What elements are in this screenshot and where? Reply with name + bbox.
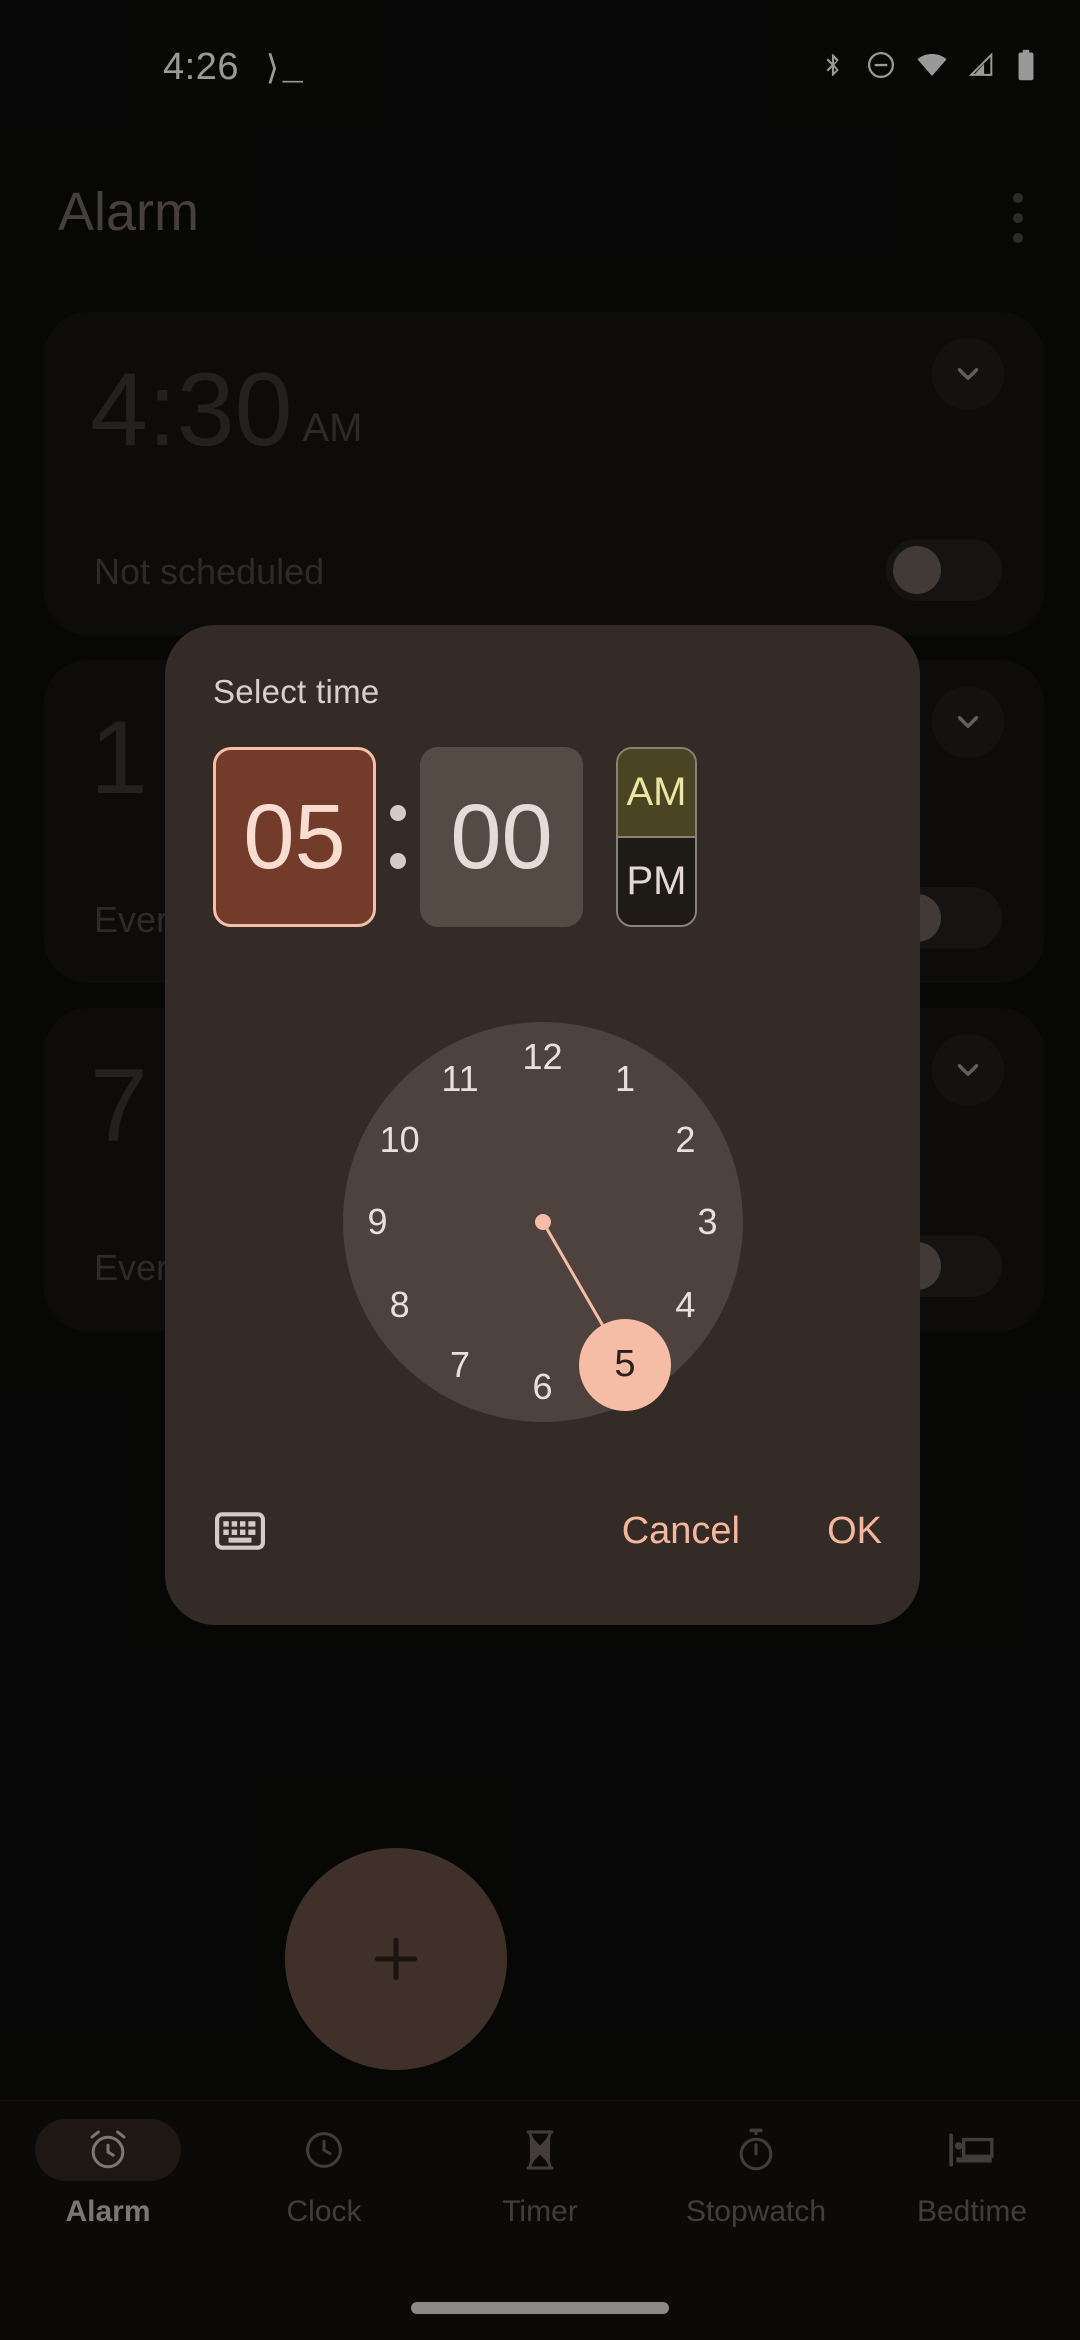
clock-number-10[interactable]: 10: [372, 1112, 428, 1168]
pm-segment[interactable]: PM: [618, 838, 695, 925]
clock-number-1[interactable]: 1: [597, 1051, 653, 1107]
am-segment[interactable]: AM: [618, 749, 695, 838]
clock-number-8[interactable]: 8: [372, 1277, 428, 1333]
clock-hand: [541, 1221, 604, 1326]
time-picker-content: Select time 05 00 AM PM 121234567891011 …: [165, 625, 920, 1625]
clock-number-2[interactable]: 2: [657, 1112, 713, 1168]
dialog-actions: Cancel OK: [165, 1480, 920, 1590]
clock-number-11[interactable]: 11: [432, 1051, 488, 1107]
keyboard-icon[interactable]: [207, 1502, 273, 1560]
phone-screen: 4:26 ⟩_ Alarm 4:30 AM Not scheduled 1 Ev…: [0, 0, 1080, 2340]
minute-field[interactable]: 00: [420, 747, 583, 927]
clock-number-3[interactable]: 3: [680, 1194, 736, 1250]
ok-button[interactable]: OK: [827, 1502, 882, 1560]
clock-number-4[interactable]: 4: [657, 1277, 713, 1333]
ampm-toggle: AM PM: [616, 747, 697, 927]
cancel-button[interactable]: Cancel: [622, 1502, 740, 1560]
time-input-row: 05 00 AM PM: [213, 747, 697, 927]
dialog-title: Select time: [213, 673, 380, 710]
hour-field[interactable]: 05: [213, 747, 376, 927]
time-separator: [376, 747, 420, 927]
clock-number-7[interactable]: 7: [432, 1337, 488, 1393]
clock-number-12[interactable]: 12: [515, 1029, 571, 1085]
clock-number-9[interactable]: 9: [350, 1194, 406, 1250]
clock-number-6[interactable]: 6: [515, 1359, 571, 1415]
clock-selector[interactable]: 5: [579, 1318, 671, 1411]
clock-dial[interactable]: 121234567891011 5: [342, 1022, 743, 1422]
